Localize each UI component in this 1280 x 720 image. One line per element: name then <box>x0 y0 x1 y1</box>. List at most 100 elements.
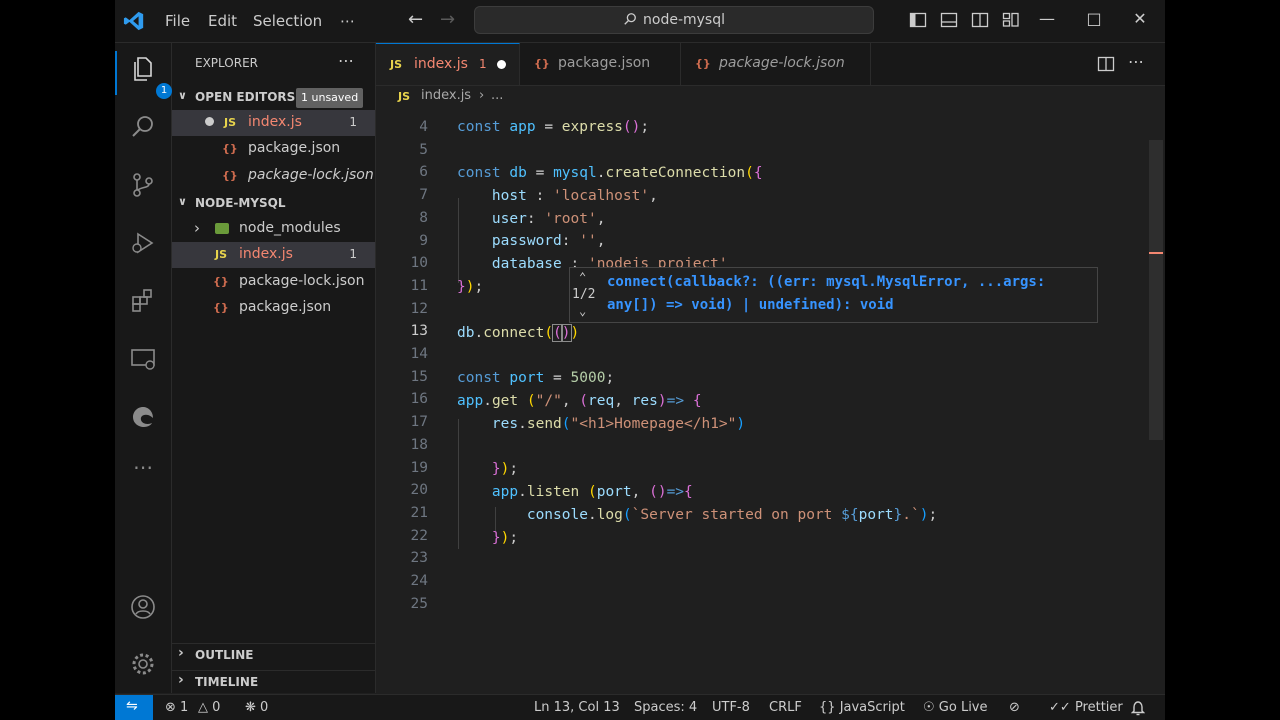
warning-icon: △ <box>198 700 208 715</box>
json-file-icon: {} <box>213 275 229 288</box>
remote-icon: ⇋ <box>126 698 138 714</box>
json-file-icon: {} <box>222 142 238 155</box>
remote-explorer-icon[interactable] <box>129 345 157 373</box>
menu-more[interactable]: ⋯ <box>340 12 355 30</box>
timeline-header[interactable]: › TIMELINE <box>172 670 375 693</box>
parameter-hints-widget[interactable]: ⌃ 1/2 ⌄ connect(callback?: ((err: mysql.… <box>569 267 1098 323</box>
source-control-icon[interactable] <box>129 171 157 199</box>
maximize-icon[interactable]: □ <box>1079 9 1109 28</box>
errors-status[interactable]: ⊗ 1 <box>165 700 188 715</box>
unsaved-dot-icon[interactable] <box>497 60 506 69</box>
open-editors-label: OPEN EDITORS <box>195 90 296 104</box>
ports-icon: ❋ <box>245 700 256 715</box>
manage-gear-icon[interactable] <box>129 650 157 678</box>
tab-label: index.js <box>414 56 468 72</box>
ports-status[interactable]: ❋ 0 <box>245 700 268 715</box>
code-line-22: }); <box>491 530 519 546</box>
status-bar: ⇋ ⊗ 1 △ 0 ❋ 0 Ln 13, Col 13 Spaces: 4 UT… <box>115 694 1165 720</box>
outline-header[interactable]: › OUTLINE <box>172 643 375 666</box>
search-icon[interactable] <box>129 113 157 141</box>
line-number: 11 <box>410 277 428 294</box>
open-editor-package-lock-json[interactable]: {} package-lock.json <box>172 163 375 189</box>
accounts-icon[interactable] <box>129 593 157 621</box>
menu-edit[interactable]: Edit <box>208 12 237 30</box>
signature-line-2: any[]) => void) | undefined): void <box>607 297 894 313</box>
menu-selection[interactable]: Selection <box>253 12 322 30</box>
open-editor-index-js[interactable]: JS index.js 1 <box>172 110 375 136</box>
prettier-status[interactable]: ✓✓ Prettier <box>1049 700 1123 715</box>
open-editor-package-json[interactable]: {} package.json <box>172 136 375 162</box>
tree-item-node-modules[interactable]: › node_modules <box>172 216 375 242</box>
breadcrumb-file[interactable]: index.js <box>421 88 471 103</box>
copilot-disabled-icon[interactable]: ⊘ <box>1009 700 1020 715</box>
minimize-icon[interactable]: — <box>1032 9 1062 28</box>
toggle-primary-sidebar-icon[interactable] <box>909 11 927 29</box>
line-number: 4 <box>419 119 428 135</box>
vertical-scrollbar[interactable] <box>1149 140 1163 440</box>
command-center-search[interactable]: node-mysql <box>474 6 874 34</box>
warnings-status[interactable]: △ 0 <box>198 700 220 715</box>
problem-count: 1 <box>349 247 357 261</box>
extensions-icon[interactable] <box>129 287 157 315</box>
tree-item-index-js[interactable]: JS index.js 1 <box>172 242 375 268</box>
project-folder-header[interactable]: ∨ NODE-MYSQL <box>172 192 375 214</box>
error-marker <box>1149 252 1163 254</box>
tab-package-lock-json[interactable]: {} package-lock.json <box>681 43 871 85</box>
tree-item-package-lock-json[interactable]: {} package-lock.json <box>172 269 375 295</box>
cursor-position[interactable]: Ln 13, Col 13 <box>534 700 620 715</box>
folder-node-icon <box>215 223 229 234</box>
code-line-9: password: '', <box>491 233 606 249</box>
line-number: 20 <box>410 482 428 499</box>
error-icon: ⊗ <box>165 700 176 715</box>
breadcrumb-symbol[interactable]: ... <box>491 88 503 103</box>
file-name: package-lock.json <box>239 273 365 289</box>
active-indicator <box>115 51 117 95</box>
toggle-secondary-sidebar-icon[interactable] <box>971 11 989 29</box>
remote-indicator[interactable]: ⇋ <box>115 695 153 720</box>
explorer-icon[interactable]: 1 <box>129 55 172 99</box>
end-of-line[interactable]: CRLF <box>769 700 802 715</box>
toggle-panel-icon[interactable] <box>940 11 958 29</box>
warning-count: 0 <box>212 700 221 715</box>
breadcrumb-separator: › <box>479 88 485 103</box>
tab-package-json[interactable]: {} package.json <box>520 43 681 85</box>
json-file-icon: {} <box>222 169 238 182</box>
line-number: 7 <box>419 187 428 204</box>
open-editors-header[interactable]: ∨ OPEN EDITORS 1 unsaved <box>172 86 375 108</box>
editor-tabs: JS index.js 1 {} package.json {} package… <box>376 43 1165 86</box>
menu-file[interactable]: File <box>165 12 190 30</box>
editor-more-icon[interactable]: ⋯ <box>1128 52 1144 71</box>
close-icon[interactable]: ✕ <box>1125 9 1155 28</box>
language-mode[interactable]: {} JavaScript <box>819 700 905 715</box>
notifications-bell-icon[interactable] <box>1131 700 1145 716</box>
line-number: 19 <box>410 459 428 476</box>
explorer-title: EXPLORER <box>195 56 258 70</box>
code-line-15: const port = 5000; <box>457 370 615 386</box>
go-live-button[interactable]: ☉ Go Live <box>923 700 988 715</box>
line-number: 23 <box>410 550 428 567</box>
tab-label: package-lock.json <box>719 55 845 71</box>
file-name: package.json <box>248 140 341 156</box>
more-views-icon[interactable]: ⋯ <box>129 455 157 483</box>
forward-arrow-icon[interactable]: → <box>440 9 455 30</box>
back-arrow-icon[interactable]: ← <box>408 9 423 30</box>
js-file-icon: JS <box>215 248 228 261</box>
folder-name: node_modules <box>239 220 341 236</box>
breadcrumb: JS index.js › ... <box>376 86 1165 108</box>
tree-item-package-json[interactable]: {} package.json <box>172 295 375 321</box>
customize-layout-icon[interactable] <box>1002 11 1020 29</box>
run-debug-icon[interactable] <box>129 229 157 257</box>
code-editor[interactable]: 4 5 6 7 8 9 10 11 12 13 14 15 16 17 18 19 20 21 22 23 24 25 c… <box>376 108 1146 693</box>
json-file-icon: {} <box>534 57 550 70</box>
tab-index-js[interactable]: JS index.js 1 <box>376 43 520 85</box>
indentation[interactable]: Spaces: 4 <box>634 700 697 715</box>
explorer-more-icon[interactable]: ⋯ <box>338 51 354 70</box>
chevron-up-icon[interactable]: ⌃ <box>579 270 586 284</box>
split-editor-icon[interactable] <box>1097 55 1115 73</box>
unsaved-dot-icon[interactable] <box>205 117 214 126</box>
encoding[interactable]: UTF-8 <box>712 700 750 715</box>
edge-browser-icon[interactable] <box>129 403 157 431</box>
code-line-17: res.send("<h1>Homepage</h1>") <box>491 416 746 432</box>
line-number: 16 <box>410 391 428 408</box>
chevron-down-icon[interactable]: ⌄ <box>579 304 586 318</box>
